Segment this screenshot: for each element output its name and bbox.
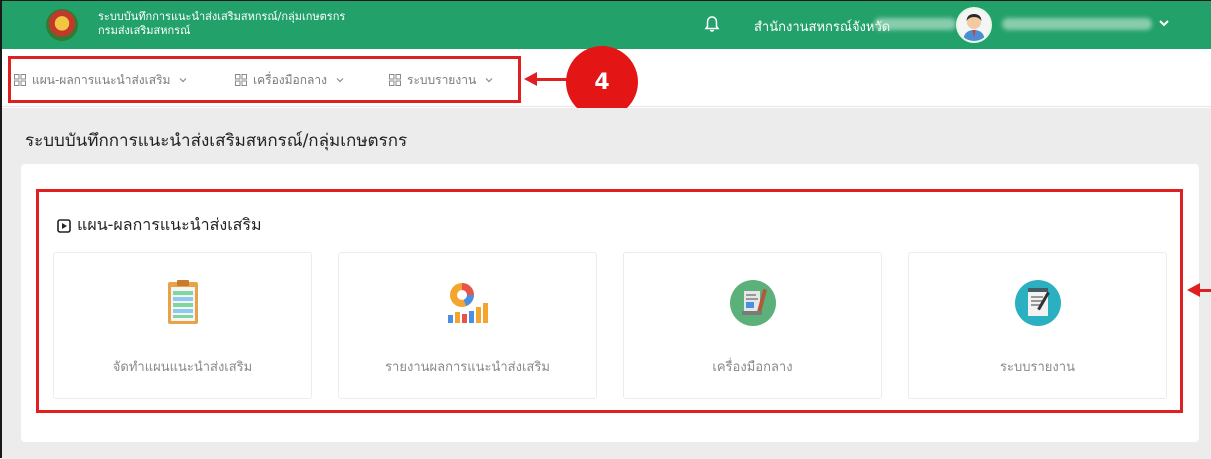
annotation-arrow-line (1199, 289, 1211, 292)
page-title: ระบบบันทึกการแนะนำส่งเสริมสหกรณ์/กลุ่มเก… (25, 131, 408, 151)
card-label: ระบบรายงาน (1000, 360, 1075, 375)
card-report-system[interactable]: ระบบรายงาน (908, 252, 1167, 399)
report-notepad-icon (1014, 280, 1061, 326)
card-create-plan[interactable]: จัดทำแผนแนะนำส่งเสริม (53, 252, 312, 399)
app-title[interactable]: ระบบบันทึกการแนะนำส่งเสริมสหกรณ์/กลุ่มเก… (98, 10, 345, 38)
app-title-line2: กรมส่งเสริมสหกรณ์ (98, 24, 191, 37)
app-title-line1: ระบบบันทึกการแนะนำส่งเสริมสหกรณ์/กลุ่มเก… (98, 10, 346, 23)
app-window: ระบบบันทึกการแนะนำส่งเสริมสหกรณ์/กลุ่มเก… (0, 0, 1211, 459)
annotation-arrow-head (524, 72, 537, 86)
office-label: สำนักงานสหกรณ์จังหวัด (754, 20, 891, 35)
chart-report-icon (447, 283, 488, 323)
annotation-arrow-head (1187, 283, 1200, 297)
user-avatar-icon (963, 14, 985, 41)
department-seal-icon[interactable] (46, 9, 78, 41)
card-label: รายงานผลการแนะนำส่งเสริม (385, 360, 550, 375)
chevron-down-icon[interactable] (1157, 16, 1171, 30)
avatar[interactable] (956, 7, 992, 43)
redacted-office-name (874, 18, 956, 30)
play-square-icon (57, 218, 71, 233)
card-central-tools[interactable]: เครื่องมือกลาง (623, 252, 882, 399)
card-report-results[interactable]: รายงานผลการแนะนำส่งเสริม (338, 252, 597, 399)
document-tools-icon (729, 280, 776, 326)
clipboard-plan-icon (167, 280, 198, 324)
menu-highlight-box (8, 56, 521, 103)
bell-icon[interactable] (702, 14, 722, 34)
card-label: เครื่องมือกลาง (712, 360, 793, 375)
section-heading: แผน-ผลการแนะนำส่งเสริม (57, 213, 262, 238)
card-label: จัดทำแผนแนะนำส่งเสริม (112, 360, 253, 375)
section-title: แผน-ผลการแนะนำส่งเสริม (77, 215, 262, 234)
top-header-bar: ระบบบันทึกการแนะนำส่งเสริมสหกรณ์/กลุ่มเก… (2, 1, 1211, 49)
redacted-user-name (1002, 18, 1152, 30)
